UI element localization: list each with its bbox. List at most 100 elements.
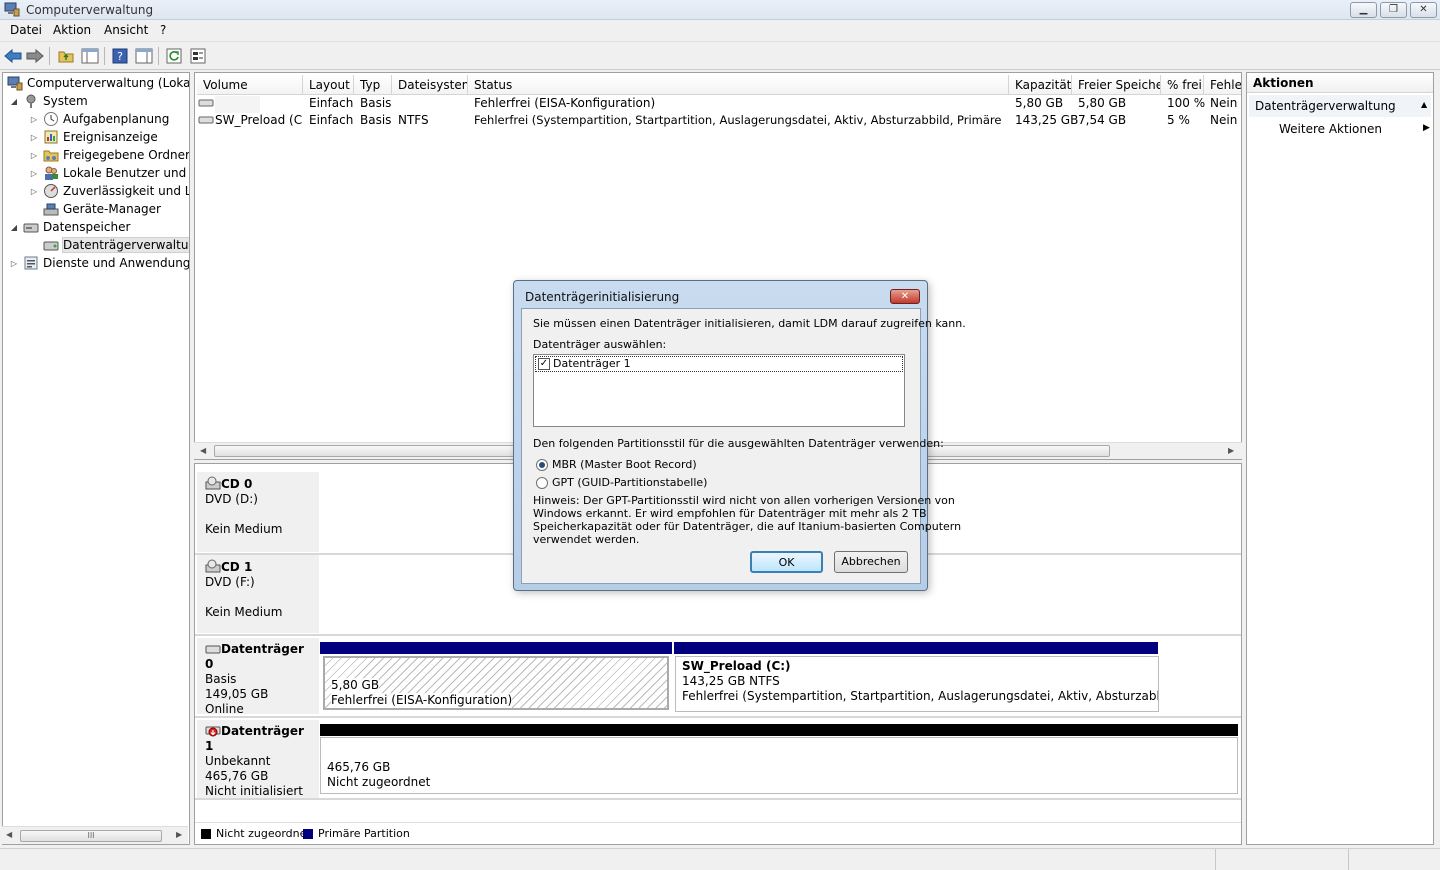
column-header-layout[interactable]: Layout <box>303 75 354 95</box>
disk-management-icon <box>43 241 59 251</box>
disk-kind: Basis <box>205 672 237 686</box>
expand-arrow-icon[interactable]: ▷ <box>9 258 19 268</box>
tree-item-task-scheduler[interactable]: ▷ Aufgabenplanung <box>29 110 169 128</box>
gpt-radio[interactable] <box>536 477 548 489</box>
actions-more-actions[interactable]: Weitere Aktionen ▶ <box>1249 119 1431 139</box>
tree-label: Dienste und Anwendungen <box>43 256 190 270</box>
initialize-disk-dialog: Datenträgerinitialisierung ✕ Sie müssen … <box>513 280 966 591</box>
expand-arrow-icon[interactable]: ▷ <box>29 186 39 196</box>
help-button[interactable]: ? <box>110 46 130 66</box>
cell-dateisystem: NTFS <box>398 113 429 127</box>
view-button[interactable] <box>134 46 154 66</box>
forward-button[interactable] <box>25 46 45 66</box>
disk-checkbox[interactable]: ✓ <box>538 358 550 370</box>
cell-volume <box>215 96 260 113</box>
tree-horizontal-scrollbar[interactable]: ◀ III ▶ <box>2 826 188 844</box>
partition-size: 5,80 GB <box>331 678 380 693</box>
disk-label-datentraeger-1[interactable]: Datenträger 1 Unbekannt 465,76 GB Nicht … <box>197 720 319 798</box>
column-header-freier-speicher[interactable]: Freier Speicher <box>1072 75 1161 95</box>
disk-label-cd1[interactable]: CD 1 DVD (F:) Kein Medium <box>197 555 319 633</box>
help-icon: ? <box>112 48 128 64</box>
cell-freier-speicher: 5,80 GB <box>1078 96 1127 110</box>
tree-item-system[interactable]: ◢ System <box>9 92 88 110</box>
scroll-right-icon[interactable]: ▶ <box>1228 446 1234 455</box>
refresh-button[interactable] <box>164 46 184 66</box>
tree-item-disk-management[interactable]: Datenträgerverwaltung <box>43 236 189 254</box>
column-header-volume[interactable]: Volume <box>197 75 303 95</box>
expand-arrow-icon[interactable]: ▷ <box>29 168 39 178</box>
tree-item-storage[interactable]: ◢ Datenspeicher <box>9 218 130 236</box>
column-header-dateisystem[interactable]: Dateisystem <box>392 75 468 95</box>
partition-status: Fehlerfrei (Systempartition, Startpartit… <box>682 689 1158 703</box>
expand-arrow-icon[interactable]: ▷ <box>29 150 39 160</box>
toolbar: ? <box>0 42 1440 70</box>
column-header-kapazitaet[interactable]: Kapazität <box>1009 75 1072 95</box>
actions-section-disk-management[interactable]: Datenträgerverwaltung ▲ <box>1249 95 1431 117</box>
primary-partition-bar <box>674 642 1158 654</box>
tree-item-shared-folders[interactable]: ▷ Freigegebene Ordner <box>29 146 190 164</box>
collapse-arrow-icon[interactable]: ◢ <box>9 222 19 232</box>
disk-selection-list[interactable]: ✓ Datenträger 1 <box>533 354 905 427</box>
menu-aktion[interactable]: Aktion <box>53 23 91 37</box>
tree-label: Freigegebene Ordner <box>63 148 190 162</box>
partition-eisa[interactable]: 5,80 GB Fehlerfrei (EISA-Konfiguration) <box>323 656 669 710</box>
collapse-up-icon[interactable]: ▲ <box>1421 100 1427 109</box>
tree-item-services[interactable]: ▷ Dienste und Anwendungen <box>9 254 190 272</box>
properties-button[interactable] <box>188 46 208 66</box>
expand-arrow-icon[interactable]: ▷ <box>29 132 39 142</box>
mbr-label: MBR (Master Boot Record) <box>552 458 697 471</box>
tree-item-device-manager[interactable]: Geräte-Manager <box>43 200 161 218</box>
dialog-close-button[interactable]: ✕ <box>890 289 920 304</box>
volume-icon <box>198 116 214 124</box>
menu-ansicht[interactable]: Ansicht <box>104 23 148 37</box>
column-header-fehler[interactable]: Fehler <box>1204 75 1241 95</box>
disk-label-datentraeger-0[interactable]: Datenträger 0 Basis 149,05 GB Online <box>197 638 319 716</box>
divider <box>195 634 1241 636</box>
system-tools-icon <box>26 94 36 108</box>
menu-help[interactable]: ? <box>160 23 166 37</box>
table-row[interactable]: SW_Preload (C:) Einfach Basis NTFS Fehle… <box>195 112 1241 129</box>
back-button[interactable] <box>3 46 23 66</box>
show-tree-button[interactable] <box>80 46 100 66</box>
mbr-radio[interactable] <box>536 459 548 471</box>
partition-status: Fehlerfrei (EISA-Konfiguration) <box>331 693 513 708</box>
disk-label-cd0[interactable]: CD 0 DVD (D:) Kein Medium <box>197 472 319 552</box>
column-header-typ[interactable]: Typ <box>354 75 392 95</box>
status-divider <box>1215 849 1216 870</box>
minimize-button[interactable]: ▁ <box>1350 2 1377 18</box>
device-manager-icon <box>43 203 59 216</box>
maximize-button[interactable]: ❐ <box>1380 2 1407 18</box>
cell-status: Fehlerfrei (Systempartition, Startpartit… <box>474 113 1006 127</box>
collapse-arrow-icon[interactable]: ◢ <box>9 96 19 106</box>
tree-item-reliability[interactable]: ▷ Zuverlässigkeit und Leistung <box>29 182 189 200</box>
scroll-left-icon[interactable]: ◀ <box>200 446 206 455</box>
clock-icon <box>44 112 58 126</box>
cancel-button[interactable]: Abbrechen <box>834 551 908 573</box>
partition-sw-preload[interactable]: SW_Preload (C:) 143,25 GB NTFS Fehlerfre… <box>675 656 1159 712</box>
expand-arrow-icon[interactable]: ▷ <box>29 114 39 124</box>
disk-name: CD 1 <box>221 560 253 574</box>
toolbar-separator <box>158 47 159 65</box>
tree-item-local-users[interactable]: ▷ Lokale Benutzer und Gruppen <box>29 164 189 182</box>
status-divider <box>1348 849 1349 870</box>
tree-label: Aufgabenplanung <box>63 112 170 126</box>
table-row[interactable]: Einfach Basis Fehlerfrei (EISA-Konfigura… <box>195 95 1241 113</box>
column-header-prozent-frei[interactable]: % frei <box>1161 75 1204 95</box>
menu-datei[interactable]: Datei <box>10 23 42 37</box>
scroll-thumb[interactable]: III <box>20 830 162 842</box>
hint-line-1: Hinweis: Der GPT-Partitionsstil wird nic… <box>533 494 955 507</box>
column-header-status[interactable]: Status <box>468 75 1009 95</box>
tree-item-event-viewer[interactable]: ▷ Ereignisanzeige <box>29 128 158 146</box>
list-item[interactable]: ✓ Datenträger 1 <box>535 356 903 372</box>
properties-icon <box>190 48 206 64</box>
scroll-right-icon[interactable]: ▶ <box>176 830 182 839</box>
ok-button[interactable]: OK <box>750 551 823 573</box>
tree-item-root[interactable]: Computerverwaltung (Lokal) <box>7 74 189 92</box>
close-button[interactable]: ✕ <box>1410 2 1437 18</box>
scroll-left-icon[interactable]: ◀ <box>6 830 12 839</box>
select-disk-label: Datenträger auswählen: <box>533 338 667 351</box>
services-icon <box>24 256 38 270</box>
up-folder-button[interactable] <box>56 46 76 66</box>
tree-label: Zuverlässigkeit und Leistung <box>63 184 189 198</box>
partition-unallocated[interactable]: 465,76 GB Nicht zugeordnet <box>320 737 1238 794</box>
